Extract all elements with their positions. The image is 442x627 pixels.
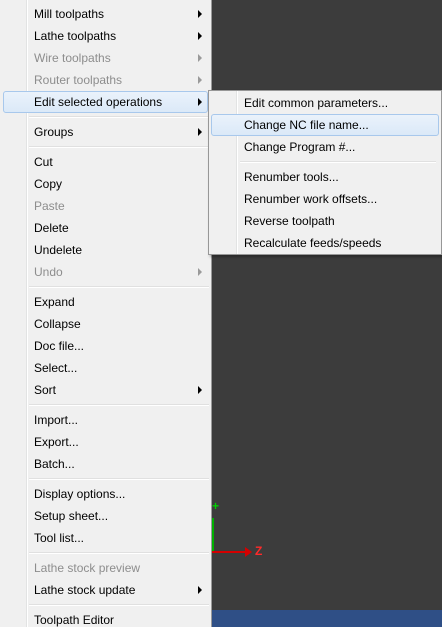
menu-item-cut[interactable]: Cut (3, 151, 208, 173)
menu-item-groups[interactable]: Groups (3, 121, 208, 143)
menu-item-label: Copy (34, 177, 63, 191)
submenu-arrow-icon (198, 32, 202, 40)
menu-item-label: Expand (34, 295, 75, 309)
submenu-item-edit-common-parameters[interactable]: Edit common parameters... (211, 92, 439, 114)
menu-separator (29, 286, 209, 288)
menu-item-label: Setup sheet... (34, 509, 109, 523)
menu-item-doc-file[interactable]: Doc file... (3, 335, 208, 357)
menu-item-label: Sort (34, 383, 57, 397)
menu-item-toolpath-editor[interactable]: Toolpath Editor (3, 609, 208, 627)
menu-item-label: Export... (34, 435, 79, 449)
menu-item-setup-sheet[interactable]: Setup sheet... (3, 505, 208, 527)
menu-item-lathe-toolpaths[interactable]: Lathe toolpaths (3, 25, 208, 47)
submenu-arrow-icon (198, 586, 202, 594)
z-axis-line (212, 551, 248, 553)
menu-item-delete[interactable]: Delete (3, 217, 208, 239)
axis-origin-label: + (212, 499, 220, 513)
z-axis-arrow-icon (245, 547, 252, 557)
menu-item-label: Toolpath Editor (34, 613, 115, 627)
menu-item-paste[interactable]: Paste (3, 195, 208, 217)
menu-item-label: Wire toolpaths (34, 51, 111, 65)
menu-item-label: Router toolpaths (34, 73, 123, 87)
submenu-item-label: Recalculate feeds/speeds (244, 236, 382, 250)
menu-item-undelete[interactable]: Undelete (3, 239, 208, 261)
submenu-arrow-icon (198, 268, 202, 276)
menu-separator (29, 404, 209, 406)
menu-item-tool-list[interactable]: Tool list... (3, 527, 208, 549)
status-bar (212, 610, 442, 627)
submenu-item-label: Edit common parameters... (244, 96, 389, 110)
submenu-item-label: Reverse toolpath (244, 214, 335, 228)
menu-item-sort[interactable]: Sort (3, 379, 208, 401)
menu-item-label: Cut (34, 155, 53, 169)
submenu-item-label: Change NC file name... (244, 118, 369, 132)
submenu-item-label: Renumber tools... (244, 170, 339, 184)
menu-item-edit-selected-operations[interactable]: Edit selected operations (3, 91, 208, 113)
menu-item-copy[interactable]: Copy (3, 173, 208, 195)
menu-item-label: Paste (34, 199, 65, 213)
menu-item-label: Import... (34, 413, 79, 427)
menu-item-display-options[interactable]: Display options... (3, 483, 208, 505)
menu-item-label: Mill toolpaths (34, 7, 105, 21)
y-axis-line (212, 518, 214, 553)
submenu-item-label: Change Program #... (244, 140, 356, 154)
submenu-item-change-nc-file-name[interactable]: Change NC file name... (211, 114, 439, 136)
menu-item-label: Edit selected operations (34, 95, 163, 109)
menu-item-lathe-stock-update[interactable]: Lathe stock update (3, 579, 208, 601)
menu-item-collapse[interactable]: Collapse (3, 313, 208, 335)
context-menu: Mill toolpaths Lathe toolpaths Wire tool… (0, 0, 212, 627)
menu-separator (29, 146, 209, 148)
menu-item-select[interactable]: Select... (3, 357, 208, 379)
menu-item-router-toolpaths[interactable]: Router toolpaths (3, 69, 208, 91)
menu-separator (29, 478, 209, 480)
menu-separator (29, 552, 209, 554)
menu-item-lathe-stock-preview[interactable]: Lathe stock preview (3, 557, 208, 579)
submenu-arrow-icon (198, 386, 202, 394)
submenu-item-label: Renumber work offsets... (244, 192, 378, 206)
submenu-item-renumber-tools[interactable]: Renumber tools... (211, 166, 439, 188)
menu-item-expand[interactable]: Expand (3, 291, 208, 313)
submenu-arrow-icon (198, 128, 202, 136)
submenu-item-change-program-number[interactable]: Change Program #... (211, 136, 439, 158)
submenu-arrow-icon (198, 54, 202, 62)
menu-item-label: Doc file... (34, 339, 85, 353)
submenu-arrow-icon (198, 10, 202, 18)
menu-item-label: Display options... (34, 487, 126, 501)
submenu-item-recalculate-feeds-speeds[interactable]: Recalculate feeds/speeds (211, 232, 439, 254)
submenu-item-reverse-toolpath[interactable]: Reverse toolpath (211, 210, 439, 232)
menu-item-label: Groups (34, 125, 74, 139)
menu-item-label: Tool list... (34, 531, 85, 545)
menu-item-label: Collapse (34, 317, 81, 331)
menu-separator (240, 161, 436, 163)
menu-item-label: Delete (34, 221, 69, 235)
menu-item-wire-toolpaths[interactable]: Wire toolpaths (3, 47, 208, 69)
edit-selected-operations-submenu: Edit common parameters... Change NC file… (208, 90, 442, 255)
submenu-item-renumber-work-offsets[interactable]: Renumber work offsets... (211, 188, 439, 210)
z-axis-label: Z (255, 544, 263, 558)
menu-item-mill-toolpaths[interactable]: Mill toolpaths (3, 3, 208, 25)
menu-item-export[interactable]: Export... (3, 431, 208, 453)
menu-item-label: Lathe stock update (34, 583, 136, 597)
menu-item-label: Batch... (34, 457, 75, 471)
menu-item-undo[interactable]: Undo (3, 261, 208, 283)
menu-separator (29, 116, 209, 118)
submenu-arrow-icon (198, 98, 202, 106)
submenu-arrow-icon (198, 76, 202, 84)
menu-item-label: Undo (34, 265, 63, 279)
menu-item-batch[interactable]: Batch... (3, 453, 208, 475)
menu-item-label: Lathe toolpaths (34, 29, 117, 43)
menu-item-label: Undelete (34, 243, 83, 257)
menu-item-label: Select... (34, 361, 78, 375)
menu-item-label: Lathe stock preview (34, 561, 141, 575)
menu-item-import[interactable]: Import... (3, 409, 208, 431)
menu-separator (29, 604, 209, 606)
